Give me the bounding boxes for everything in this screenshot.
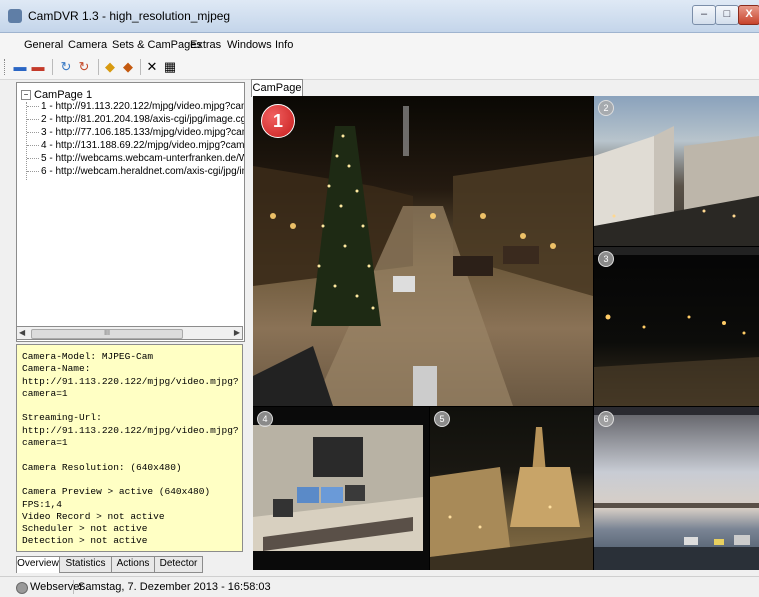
tree-item-label: 6 - http://webcam.heraldnet.com/axis-cgi… bbox=[41, 166, 244, 177]
scroll-thumb[interactable]: III bbox=[31, 329, 183, 339]
close-button[interactable]: X bbox=[738, 5, 759, 25]
monitor-icon[interactable]: ▬ bbox=[12, 59, 28, 75]
camera-view-5[interactable]: 5 bbox=[430, 407, 593, 570]
tree-branch bbox=[27, 118, 39, 120]
webserver-status: Webserver bbox=[30, 581, 83, 593]
tools-icon[interactable]: ✕ bbox=[144, 59, 160, 75]
maximize-button[interactable]: □ bbox=[715, 5, 739, 25]
clapper-icon[interactable]: ▦ bbox=[162, 59, 178, 75]
tree-item-camera-1[interactable]: 1 - http://91.113.220.122/mjpg/video.mjp… bbox=[27, 101, 244, 112]
tree-item-camera-5[interactable]: 5 - http://webcams.webcam-unterfranken.d… bbox=[27, 153, 245, 164]
menu-camera[interactable]: Camera bbox=[68, 39, 107, 51]
toolbar-grip[interactable] bbox=[4, 59, 7, 75]
collapse-icon[interactable]: − bbox=[21, 90, 31, 101]
title-bar: CamDVR 1.3 - high_resolution_mjpeg – □ X bbox=[0, 0, 759, 33]
tree-item-label: 4 - http://131.188.69.22/mjpg/video.mjpg… bbox=[41, 140, 245, 151]
camera-view-4[interactable]: 4 bbox=[253, 407, 429, 570]
tree-item-label: 5 - http://webcams.webcam-unterfranken.d… bbox=[41, 153, 245, 164]
info-line: Detection > not active bbox=[22, 535, 148, 547]
info-line: http://91.113.220.122/mjpg/video.mjpg? bbox=[22, 375, 239, 387]
menu-general[interactable]: General bbox=[24, 39, 63, 51]
add-camera-icon[interactable]: ◆ bbox=[102, 59, 118, 75]
camera-1-scene bbox=[253, 106, 593, 406]
camera-3-scene bbox=[594, 247, 759, 406]
camera-badge-5: 5 bbox=[434, 411, 450, 427]
tree-item-camera-2[interactable]: 2 - http://81.201.204.198/axis-cgi/jpg/i… bbox=[27, 114, 244, 125]
app-camera-icon bbox=[8, 9, 22, 23]
camera-6-scene bbox=[594, 407, 759, 570]
camera-badge-1: 1 bbox=[261, 104, 295, 138]
tree-item-camera-4[interactable]: 4 - http://131.188.69.22/mjpg/video.mjpg… bbox=[27, 140, 245, 151]
camera-badge-4: 4 bbox=[257, 411, 273, 427]
info-line: Camera Resolution: (640x480) bbox=[22, 461, 182, 473]
tree-item-label: 2 - http://81.201.204.198/axis-cgi/jpg/i… bbox=[41, 114, 244, 125]
info-line: Camera-Model: MJPEG-Cam bbox=[22, 351, 154, 362]
status-divider bbox=[73, 580, 74, 594]
minimize-button[interactable]: – bbox=[692, 5, 716, 25]
scroll-left-icon[interactable]: ◀ bbox=[19, 327, 25, 339]
tree-item-label: 3 - http://77.106.185.133/mjpg/video.mjp… bbox=[41, 127, 244, 138]
camera-view-3[interactable]: 3 bbox=[594, 247, 759, 406]
tree-branch bbox=[27, 144, 39, 146]
refresh-stop-icon[interactable]: ↻ bbox=[76, 59, 92, 75]
toolbar: ▬ ▬ ↻ ↻ ◆ ◆ ✕ ▦ bbox=[0, 55, 759, 80]
window-title: CamDVR 1.3 - high_resolution_mjpeg bbox=[28, 9, 231, 23]
info-line: http://91.113.220.122/mjpg/video.mjpg? bbox=[22, 424, 239, 436]
info-line: Video Record > not active bbox=[22, 510, 165, 522]
tab-statistics[interactable]: Statistics bbox=[59, 556, 112, 573]
camera-badge-3: 3 bbox=[598, 251, 614, 267]
tree-root-label: CamPage 1 bbox=[34, 89, 93, 101]
tree-root[interactable]: − CamPage 1 bbox=[21, 89, 92, 101]
panel-tabs: Overview Statistics Actions Detector bbox=[16, 556, 243, 573]
tree-item-camera-6[interactable]: 6 - http://webcam.heraldnet.com/axis-cgi… bbox=[27, 166, 244, 177]
toolbar-separator bbox=[52, 59, 53, 75]
status-datetime: Samstag, 7. Dezember 2013 - 16:58:03 bbox=[78, 581, 271, 593]
toolbar-separator bbox=[98, 59, 99, 75]
monitor-remove-icon[interactable]: ▬ bbox=[30, 59, 46, 75]
toolbar-separator bbox=[140, 59, 141, 75]
camera-5-scene bbox=[430, 427, 593, 570]
camera-2-scene bbox=[594, 126, 759, 246]
camera-4-scene bbox=[253, 425, 423, 551]
refresh-icon[interactable]: ↻ bbox=[58, 59, 74, 75]
menu-info[interactable]: Info bbox=[275, 39, 293, 51]
tab-overview[interactable]: Overview bbox=[16, 556, 60, 573]
horizontal-scrollbar[interactable]: ◀ III ▶ bbox=[16, 326, 243, 340]
info-line: camera=1 bbox=[22, 387, 68, 399]
tab-campage-1[interactable]: CamPage 1 bbox=[251, 79, 303, 111]
info-line: camera=1 bbox=[22, 437, 68, 449]
menu-bar: General Camera Sets & CamPages Extras Wi… bbox=[0, 33, 759, 55]
tree-item-label: 1 - http://91.113.220.122/mjpg/video.mjp… bbox=[41, 101, 244, 112]
webserver-status-icon bbox=[16, 582, 28, 594]
menu-extras[interactable]: Extras bbox=[190, 39, 221, 51]
menu-sets-campages[interactable]: Sets & CamPages bbox=[112, 39, 202, 51]
menu-windows[interactable]: Windows bbox=[227, 39, 272, 51]
tree-branch bbox=[27, 131, 39, 133]
scroll-right-icon[interactable]: ▶ bbox=[234, 327, 240, 339]
tab-actions[interactable]: Actions bbox=[111, 556, 155, 573]
tab-detector[interactable]: Detector bbox=[154, 556, 203, 573]
tree-item-camera-3[interactable]: 3 - http://77.106.185.133/mjpg/video.mjp… bbox=[27, 127, 244, 138]
tree-branch bbox=[27, 170, 39, 172]
tree-branch bbox=[27, 105, 39, 107]
camera-grid: 1 2 3 4 5 6 bbox=[253, 96, 759, 570]
camera-tree[interactable]: − CamPage 1 1 - http://91.113.220.122/mjp… bbox=[16, 82, 245, 342]
camera-badge-6: 6 bbox=[598, 411, 614, 427]
remove-camera-icon[interactable]: ◆ bbox=[120, 59, 136, 75]
tree-branch bbox=[27, 157, 39, 159]
info-line: Camera-Name: bbox=[22, 363, 91, 375]
info-line: Camera Preview > active (640x480) FPS:1,… bbox=[22, 486, 211, 510]
camera-badge-2: 2 bbox=[598, 100, 614, 116]
camera-view-2[interactable]: 2 bbox=[594, 96, 759, 246]
info-line: Scheduler > not active bbox=[22, 523, 148, 535]
info-line: Streaming-Url: bbox=[22, 412, 102, 424]
status-bar: Webserver Samstag, 7. Dezember 2013 - 16… bbox=[0, 576, 759, 597]
camera-view-6[interactable]: 6 bbox=[594, 407, 759, 570]
camera-info-panel: Camera-Model: MJPEG-Cam Camera-Name: htt… bbox=[16, 344, 243, 552]
camera-view-1[interactable]: 1 bbox=[253, 96, 593, 406]
